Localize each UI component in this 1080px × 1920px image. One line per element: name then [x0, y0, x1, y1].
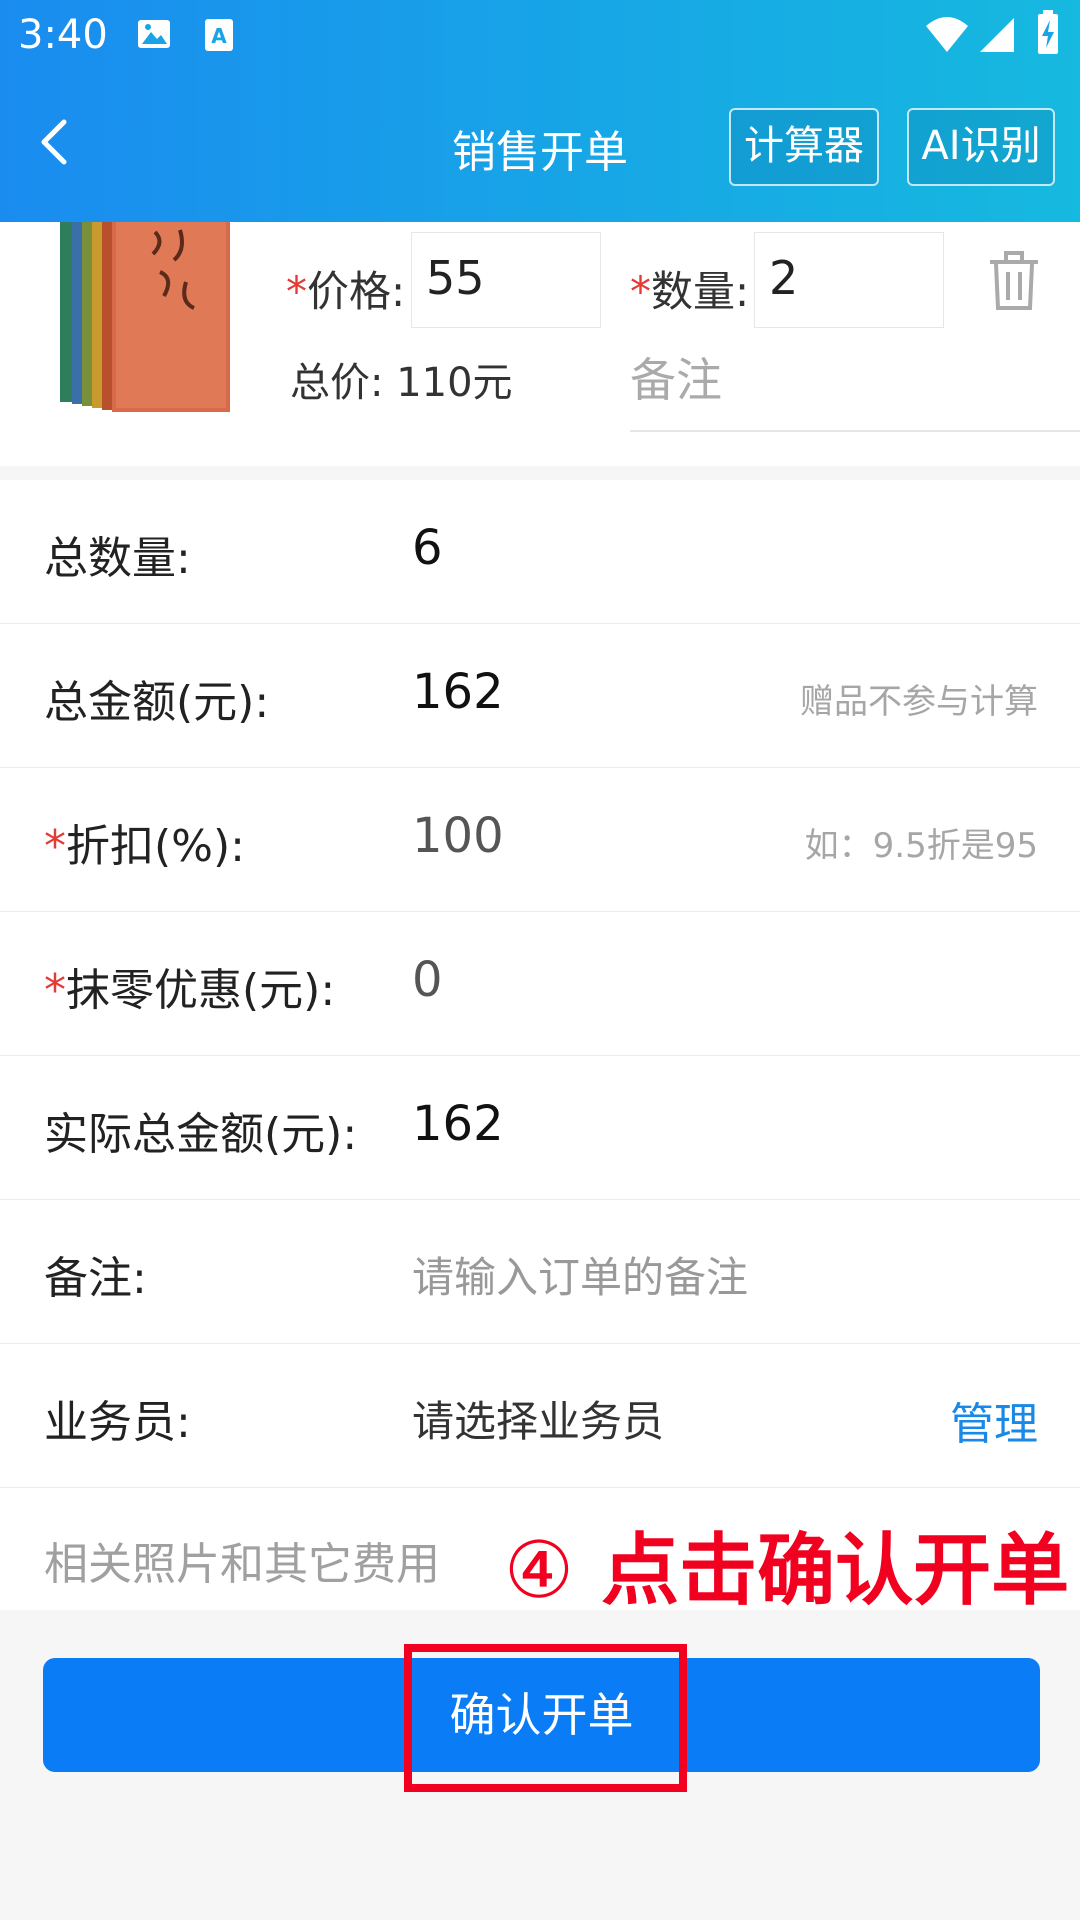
- item-remark-input[interactable]: 备注: [630, 344, 1080, 432]
- status-bar: 3:40 A: [0, 0, 1080, 72]
- salesperson-label: 业务员:: [44, 1397, 191, 1448]
- svg-text:A: A: [211, 24, 227, 48]
- actual-total-value: 162: [412, 1096, 504, 1152]
- app-header: 3:40 A 销售开单 计算器 AI识别: [0, 0, 1080, 222]
- discount-label: *折扣(%):: [44, 821, 245, 872]
- subtotal-text: 总价: 110元: [290, 360, 513, 406]
- rounding-label: *抹零优惠(元):: [44, 965, 336, 1016]
- step-annotation: ④ 点击确认开单: [504, 1526, 1070, 1616]
- product-image: [60, 222, 230, 412]
- total-quantity-label: 总数量:: [44, 533, 191, 584]
- total-amount-hint: 赠品不参与计算: [800, 682, 1038, 722]
- total-amount-label: 总金额(元):: [44, 677, 270, 728]
- product-item-card: *价格: 55 *数量: 2 总价: 110元 备注: [0, 222, 1080, 466]
- order-note-label: 备注:: [44, 1253, 147, 1304]
- actual-total-label: 实际总金额(元):: [44, 1109, 358, 1160]
- calculator-button[interactable]: 计算器: [729, 108, 879, 186]
- annotation-highlight-box: [404, 1644, 687, 1792]
- wifi-icon: [926, 17, 968, 52]
- battery-icon: [1038, 10, 1058, 54]
- quantity-label: *数量:: [630, 267, 750, 316]
- ai-recognize-button[interactable]: AI识别: [907, 108, 1055, 186]
- total-amount-value: 162: [412, 664, 504, 720]
- order-note-input[interactable]: 请输入订单的备注: [412, 1244, 748, 1305]
- discount-row: *折扣(%): 100 如：9.5折是95: [0, 768, 1080, 912]
- image-icon: [138, 20, 170, 48]
- photos-fees-row[interactable]: 相关照片和其它费用 ④ 点击确认开单: [0, 1488, 1080, 1616]
- status-time: 3:40: [18, 12, 108, 58]
- discount-input[interactable]: 100: [412, 808, 504, 864]
- manage-salesperson-link[interactable]: 管理: [950, 1388, 1038, 1452]
- quantity-input[interactable]: 2: [754, 232, 944, 328]
- signal-icon: [980, 18, 1014, 52]
- rounding-row: *抹零优惠(元): 0: [0, 912, 1080, 1056]
- discount-hint: 如：9.5折是95: [804, 826, 1038, 866]
- order-summary: 总数量: 6 总金额(元): 162 赠品不参与计算 *折扣(%): 100 如…: [0, 480, 1080, 1616]
- salesperson-select[interactable]: 请选择业务员: [412, 1388, 664, 1449]
- actual-total-row: 实际总金额(元): 162: [0, 1056, 1080, 1200]
- title-bar: 销售开单 计算器 AI识别: [0, 72, 1080, 222]
- total-amount-row: 总金额(元): 162 赠品不参与计算: [0, 624, 1080, 768]
- price-input[interactable]: 55: [411, 232, 601, 328]
- price-label: *价格:: [286, 267, 406, 316]
- rounding-input[interactable]: 0: [412, 952, 443, 1008]
- photos-fees-label: 相关照片和其它费用: [44, 1539, 440, 1590]
- total-quantity-row: 总数量: 6: [0, 480, 1080, 624]
- salesperson-row: 业务员: 请选择业务员 管理: [0, 1344, 1080, 1488]
- order-note-row: 备注: 请输入订单的备注: [0, 1200, 1080, 1344]
- app-notification-icon: A: [205, 19, 233, 51]
- total-quantity-value: 6: [412, 520, 443, 576]
- delete-trash-icon[interactable]: [986, 250, 1042, 312]
